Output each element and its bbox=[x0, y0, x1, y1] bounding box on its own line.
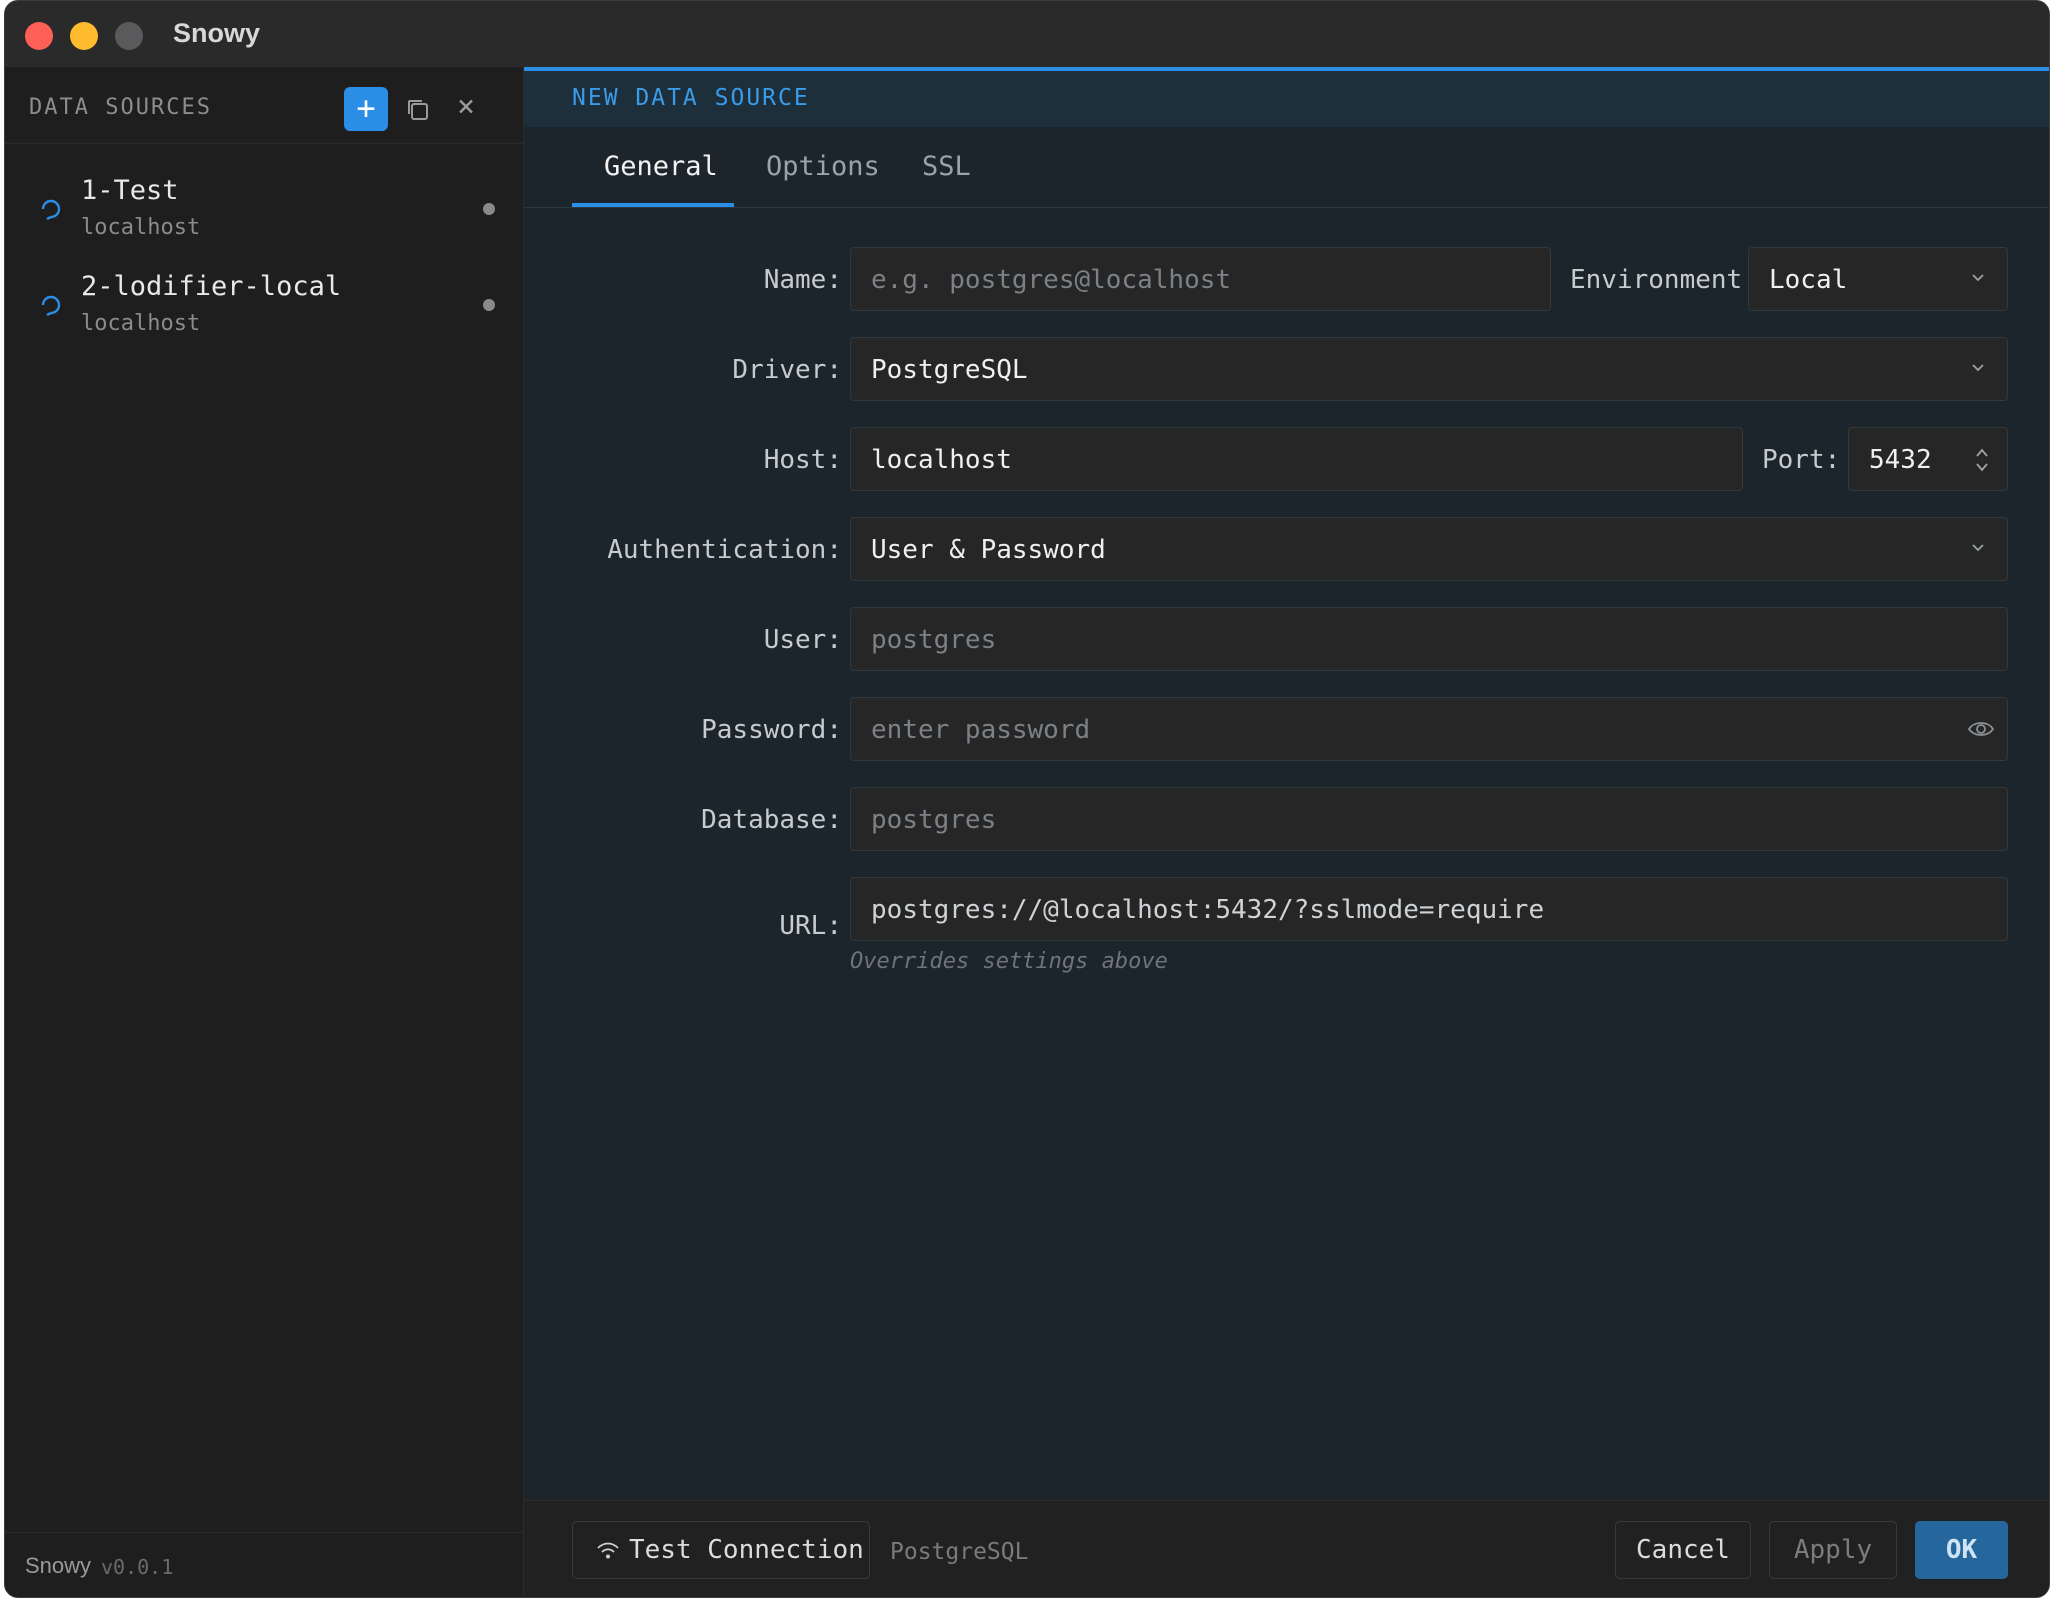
status-dot bbox=[483, 299, 495, 311]
user-label: User: bbox=[763, 625, 842, 655]
password-placeholder: enter password bbox=[871, 715, 1091, 745]
url-label: URL: bbox=[779, 911, 842, 941]
remove-data-source-button[interactable]: × bbox=[457, 89, 475, 124]
app-version: v0.0.1 bbox=[101, 1555, 174, 1579]
close-window-button[interactable] bbox=[25, 22, 53, 50]
port-stepper[interactable]: 5432 bbox=[1848, 427, 2008, 491]
data-source-name: 1-Test bbox=[81, 175, 179, 206]
main-panel: NEW DATA SOURCE General Options SSL Name… bbox=[524, 67, 2049, 1597]
port-value: 5432 bbox=[1869, 445, 1932, 475]
tab-bar: General Options SSL bbox=[524, 127, 2049, 208]
user-input[interactable]: postgres bbox=[850, 607, 2008, 671]
dialog-footer: Test Connection PostgreSQL Cancel Apply … bbox=[524, 1500, 2049, 1597]
sidebar-header: DATA SOURCES + × bbox=[5, 67, 523, 144]
maximize-window-button[interactable] bbox=[115, 22, 143, 50]
database-placeholder: postgres bbox=[871, 805, 997, 835]
url-value: postgres://@localhost:5432/?sslmode=requ… bbox=[871, 895, 1545, 925]
wifi-icon bbox=[597, 1542, 619, 1559]
tab-options[interactable]: Options bbox=[766, 127, 880, 207]
authentication-select[interactable]: User & Password bbox=[850, 517, 2008, 581]
name-placeholder: e.g. postgres@localhost bbox=[871, 265, 1232, 295]
password-label: Password: bbox=[701, 715, 842, 745]
panel-title: NEW DATA SOURCE bbox=[572, 85, 810, 111]
data-source-name: 2-lodifier-local bbox=[81, 271, 342, 302]
name-label: Name: bbox=[763, 265, 842, 295]
footer-driver-info: PostgreSQL bbox=[890, 1539, 1029, 1565]
host-input[interactable]: localhost bbox=[850, 427, 1743, 491]
duplicate-icon[interactable] bbox=[403, 95, 433, 125]
environment-value: Local bbox=[1769, 265, 1848, 295]
active-tab-indicator bbox=[572, 203, 734, 207]
chevron-down-icon bbox=[1972, 544, 1984, 552]
user-placeholder: postgres bbox=[871, 625, 997, 655]
sidebar-item-2-lodifier-local[interactable]: 2-lodifier-local localhost bbox=[5, 255, 523, 347]
chevron-down-icon bbox=[1972, 364, 1984, 372]
postgres-icon bbox=[39, 197, 63, 221]
url-hint: Overrides settings above bbox=[850, 949, 1168, 974]
database-label: Database: bbox=[701, 805, 842, 835]
show-password-eye-icon[interactable] bbox=[1967, 718, 1995, 740]
sidebar-footer: Snowy v0.0.1 bbox=[5, 1532, 523, 1597]
environment-select[interactable]: Local bbox=[1748, 247, 2008, 311]
sidebar-title: DATA SOURCES bbox=[29, 95, 212, 120]
driver-select[interactable]: PostgreSQL bbox=[850, 337, 2008, 401]
data-source-host: localhost bbox=[81, 311, 201, 336]
data-source-host: localhost bbox=[81, 215, 201, 240]
host-value: localhost bbox=[871, 445, 1012, 475]
window-title: Snowy bbox=[173, 18, 261, 48]
authentication-label: Authentication: bbox=[607, 535, 842, 565]
chevron-down-icon bbox=[1972, 274, 1984, 282]
tab-general[interactable]: General bbox=[604, 127, 718, 207]
sidebar: DATA SOURCES + × 1-Test localhost 2-lodi… bbox=[5, 67, 524, 1597]
panel-header: NEW DATA SOURCE bbox=[524, 67, 2049, 127]
name-input[interactable]: e.g. postgres@localhost bbox=[850, 247, 1551, 311]
driver-label: Driver: bbox=[732, 355, 842, 385]
title-bar: Snowy bbox=[5, 1, 2049, 68]
postgres-icon bbox=[39, 293, 63, 317]
app-window: Snowy DATA SOURCES + × 1-Test localhost … bbox=[4, 0, 2050, 1598]
password-input[interactable]: enter password bbox=[850, 697, 2008, 761]
host-label: Host: bbox=[763, 445, 842, 475]
test-connection-label: Test Connection bbox=[629, 1535, 864, 1565]
driver-value: PostgreSQL bbox=[871, 355, 1028, 385]
cancel-button[interactable]: Cancel bbox=[1615, 1521, 1751, 1579]
apply-button[interactable]: Apply bbox=[1769, 1521, 1897, 1579]
minimize-window-button[interactable] bbox=[70, 22, 98, 50]
add-data-source-button[interactable]: + bbox=[344, 87, 388, 131]
tab-ssl[interactable]: SSL bbox=[922, 127, 971, 207]
authentication-value: User & Password bbox=[871, 535, 1106, 565]
url-input[interactable]: postgres://@localhost:5432/?sslmode=requ… bbox=[850, 877, 2008, 941]
database-input[interactable]: postgres bbox=[850, 787, 2008, 851]
environment-label: Environment: bbox=[1570, 265, 1758, 295]
stepper-arrows-icon[interactable] bbox=[1975, 446, 1989, 474]
test-connection-button[interactable]: Test Connection bbox=[572, 1521, 870, 1579]
app-brand: Snowy bbox=[25, 1553, 92, 1578]
status-dot bbox=[483, 203, 495, 215]
sidebar-item-1-test[interactable]: 1-Test localhost bbox=[5, 159, 523, 251]
port-label: Port: bbox=[1762, 445, 1841, 475]
ok-button[interactable]: OK bbox=[1915, 1521, 2008, 1579]
